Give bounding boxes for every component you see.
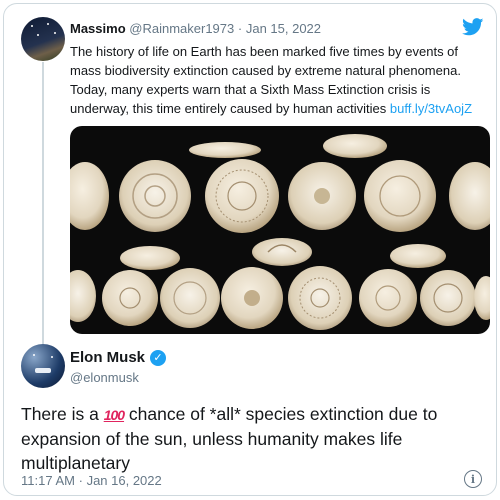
original-tweet-header: Massimo @Rainmaker1973 · Jan 15, 2022 — [70, 21, 321, 36]
reply-author[interactable]: Elon Musk ✓ — [70, 349, 167, 366]
tweet-card: Massimo @Rainmaker1973 · Jan 15, 2022 Th… — [3, 3, 497, 496]
tweet-media-image[interactable] — [70, 126, 490, 334]
verified-badge-icon: ✓ — [150, 349, 167, 366]
reply-date[interactable]: Jan 16, 2022 — [87, 473, 162, 488]
reply-author-handle[interactable]: @elonmusk — [70, 370, 139, 385]
author-name[interactable]: Massimo — [70, 21, 126, 36]
separator: · — [78, 473, 83, 488]
twitter-bird-icon — [462, 18, 484, 36]
thread-connector — [42, 62, 44, 344]
separator: · — [237, 21, 243, 36]
hundred-points-icon: 100 — [103, 407, 125, 423]
avatar-massimo[interactable] — [21, 17, 65, 61]
reply-time[interactable]: 11:17 AM — [21, 473, 75, 488]
info-icon[interactable]: i — [464, 470, 482, 488]
reply-timestamp[interactable]: 11:17 AM · Jan 16, 2022 — [21, 473, 162, 488]
tweet-link[interactable]: buff.ly/3tvAojZ — [390, 101, 472, 116]
author-handle[interactable]: @Rainmaker1973 — [129, 21, 234, 36]
avatar-elon-musk[interactable] — [21, 344, 65, 388]
reply-author-name[interactable]: Elon Musk — [70, 349, 145, 366]
original-tweet-text: The history of life on Earth has been ma… — [70, 42, 490, 118]
reply-tweet-text: There is a 100 chance of *all* species e… — [21, 402, 461, 475]
tweet-date[interactable]: Jan 15, 2022 — [246, 21, 321, 36]
reply-text-before: There is a — [21, 404, 99, 424]
snail-shells-photo — [70, 134, 490, 330]
